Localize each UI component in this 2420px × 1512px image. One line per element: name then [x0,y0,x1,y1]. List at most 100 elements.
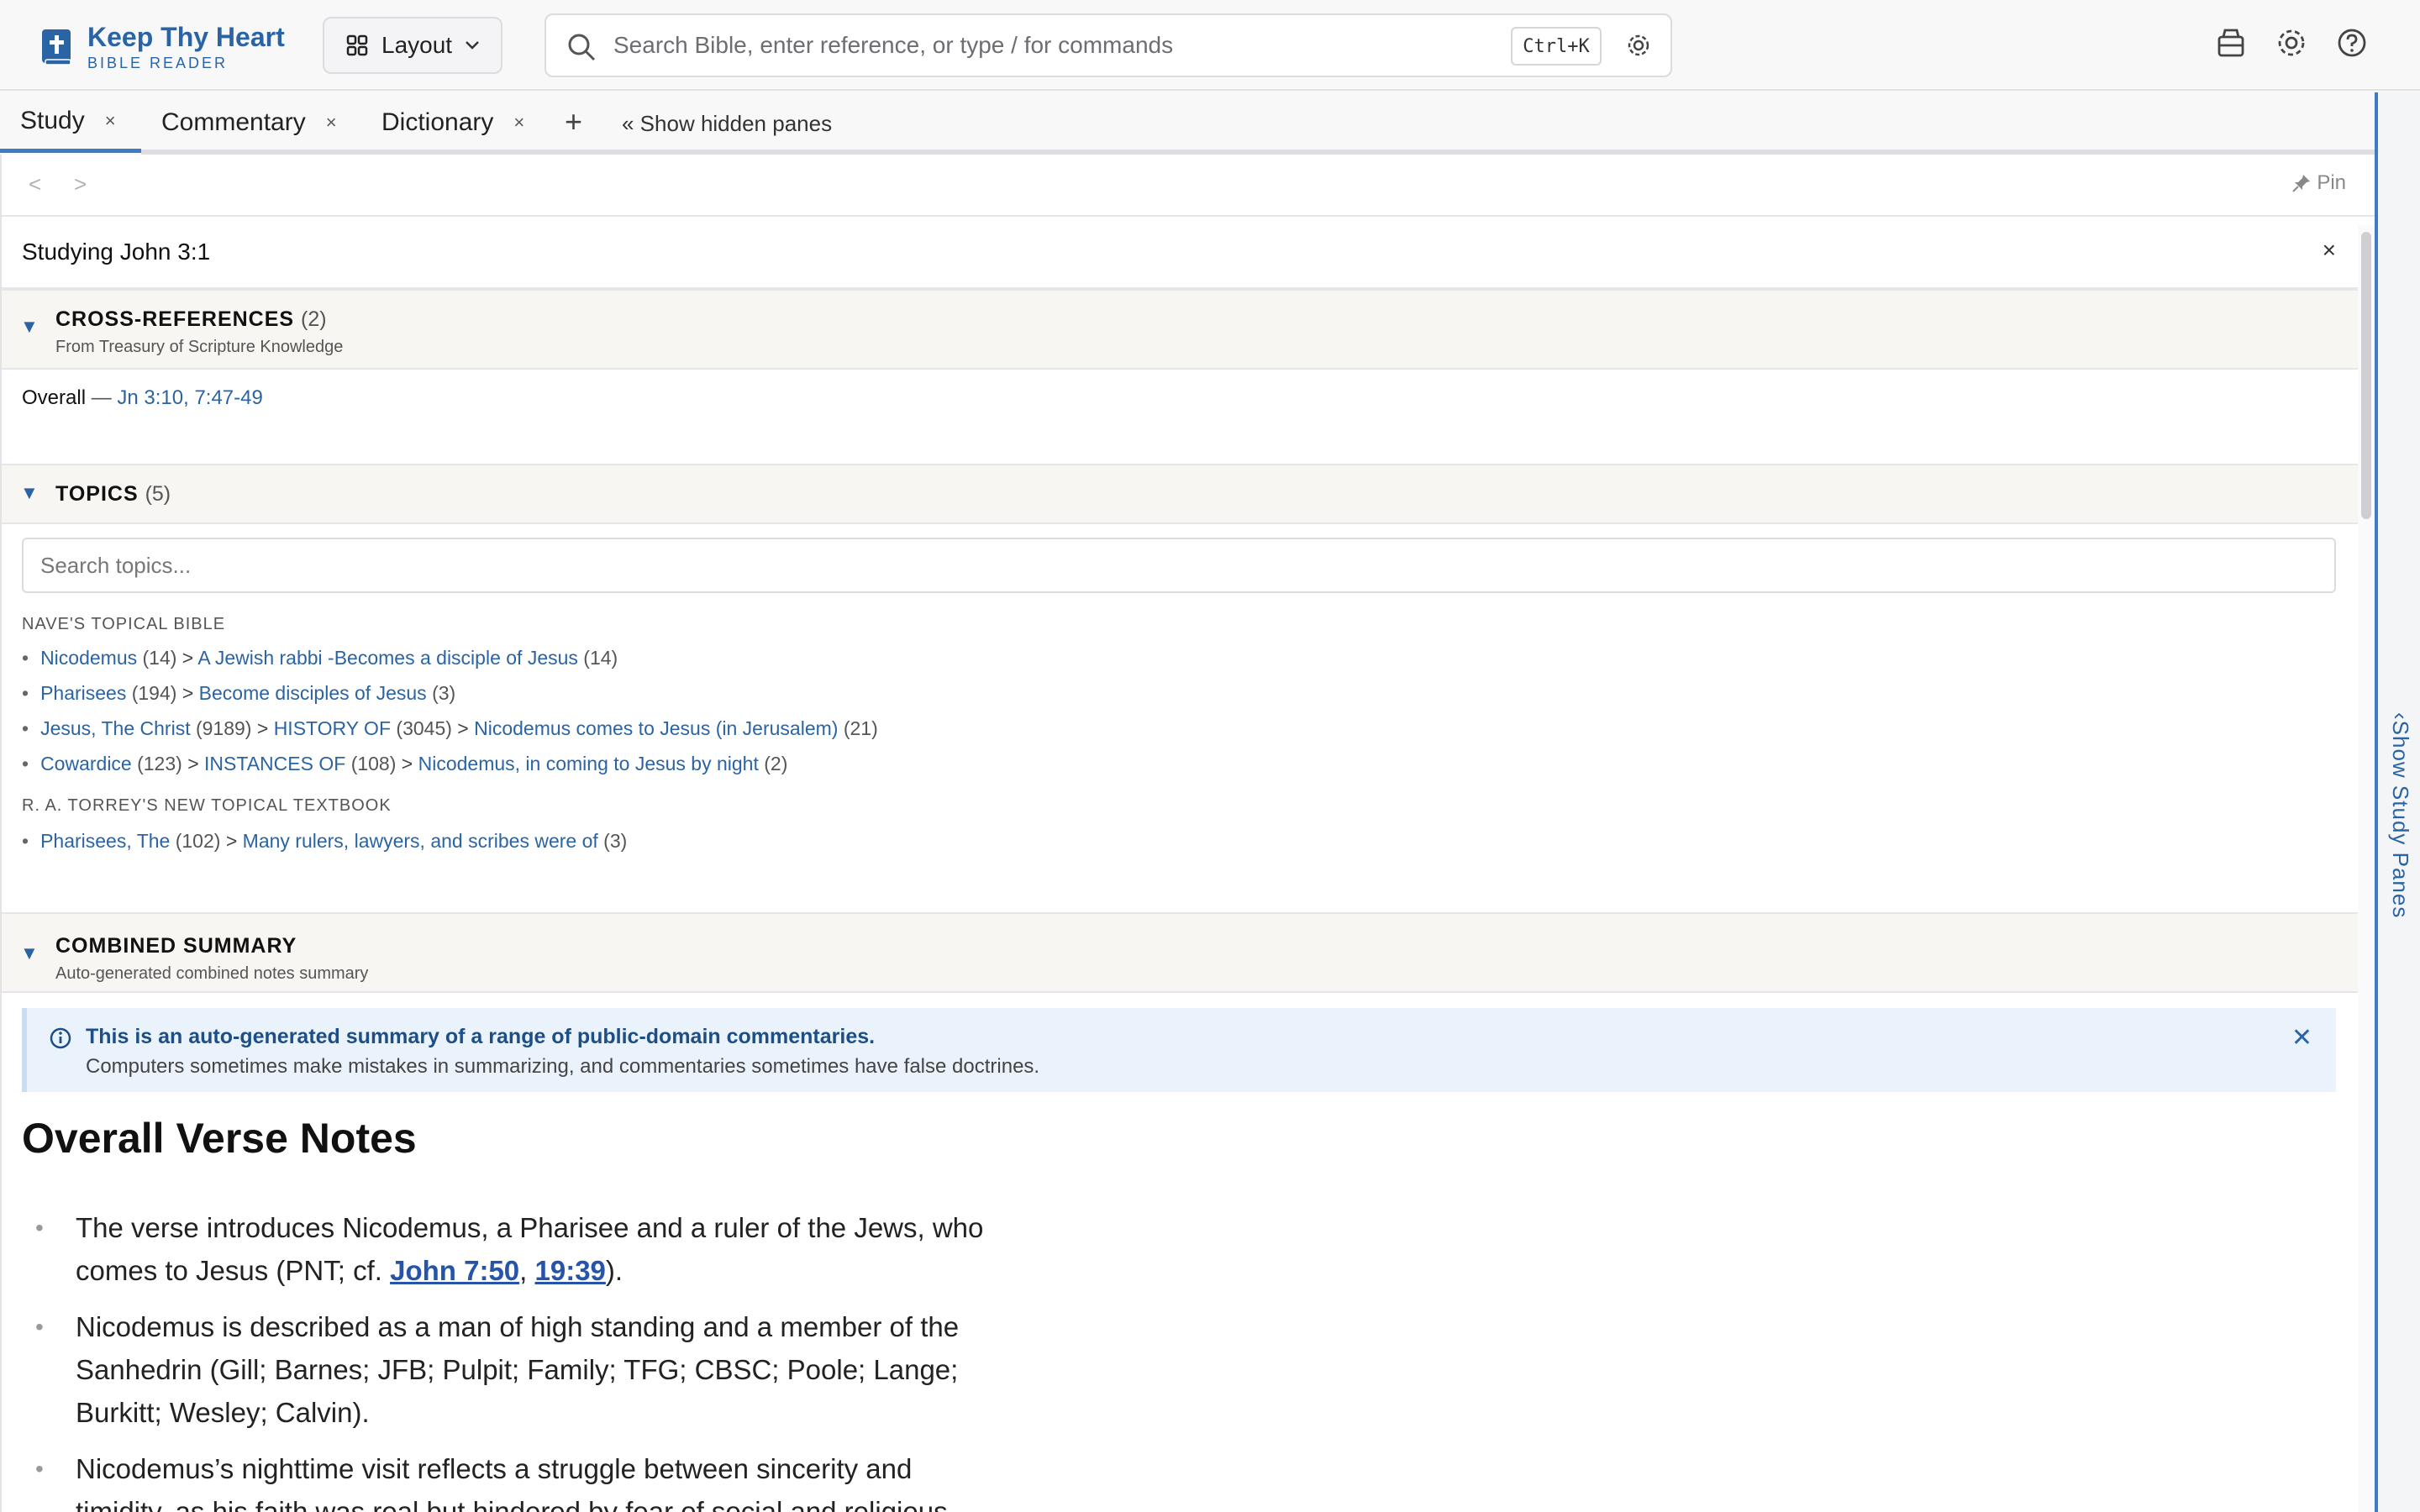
close-icon[interactable]: × [2323,237,2336,264]
show-study-panes-label: ‹Show Study Panes [2388,712,2413,919]
scripture-link[interactable]: 19:39 [535,1255,606,1286]
section-title: COMBINED SUMMARY [55,934,297,958]
verse-notes-list: • The verse introduces Nicodemus, a Phar… [35,1206,1010,1512]
topic-count: (3045) [396,717,452,739]
tab-label: Commentary [161,108,306,136]
section-subtitle: Auto-generated combined notes summary [55,964,369,983]
topic-link[interactable]: HISTORY OF [274,717,391,739]
topic-entry: • Cowardice (123) > INSTANCES OF (108) > … [22,753,788,774]
auto-summary-notice: This is an auto-generated summary of a r… [22,1008,2336,1092]
search-bar: Ctrl+K [544,13,1672,77]
section-subtitle: From Treasury of Scripture Knowledge [55,338,344,356]
scripture-link[interactable]: John 7:50 [390,1255,519,1286]
tab-label: Dictionary [381,108,494,136]
topics-search-input[interactable] [22,538,2336,593]
chevron-down-icon [466,41,479,50]
topic-count: (3) [432,682,456,704]
pin-button[interactable]: Pin [2291,171,2346,195]
collapse-triangle-icon[interactable]: ▼ [20,316,39,338]
show-hidden-panes-button[interactable]: « Show hidden panes [622,111,832,137]
study-panel: < > Pin Studying John 3:1 × ▼ CROSS-REFE… [0,155,2375,1512]
topic-count: (3) [603,830,628,852]
add-tab-button[interactable]: + [565,104,582,139]
topic-count: (14) [583,647,618,669]
topic-count: (9189) [195,717,252,739]
topic-count: (2) [764,753,788,774]
help-icon[interactable] [2336,27,2368,59]
combined-summary-header[interactable]: ▼ COMBINED SUMMARY Auto-generated combin… [2,912,2358,993]
layout-button[interactable]: Layout [323,17,502,74]
forward-button[interactable]: > [74,171,87,197]
app-title: Keep Thy Heart [87,22,285,52]
app-header: Keep Thy Heart BIBLE READER Layout Ctrl+… [0,0,2420,91]
library-icon[interactable] [2215,27,2247,59]
close-icon[interactable]: × [105,110,116,132]
topic-entry: • Pharisees (194) > Become disciples of J… [22,682,456,704]
topics-header[interactable]: ▼ TOPICS (5) [2,464,2358,524]
studying-title: Studying John 3:1 [22,239,211,265]
topic-link[interactable]: Nicodemus, in coming to Jesus by night [418,753,759,774]
search-input[interactable] [613,27,1370,64]
note-text: Nicodemus is described as a man of high … [76,1311,960,1428]
section-title-text: CROSS-REFERENCES [55,307,295,331]
app-logo[interactable]: Keep Thy Heart BIBLE READER [40,22,285,72]
topic-link[interactable]: Pharisees, The [40,830,170,852]
logo-text: Keep Thy Heart BIBLE READER [87,22,285,72]
collapse-triangle-icon[interactable]: ▼ [20,482,39,504]
section-title: TOPICS (5) [55,482,171,507]
app-subtitle: BIBLE READER [87,55,229,71]
topic-link[interactable]: Many rulers, lawyers, and scribes were o… [243,830,598,852]
topic-link[interactable]: Nicodemus comes to Jesus (in Jerusalem) [474,717,838,739]
close-icon[interactable]: × [326,112,337,134]
list-item: • The verse introduces Nicodemus, a Phar… [35,1206,1010,1292]
gear-icon[interactable] [2275,27,2307,59]
collapse-triangle-icon[interactable]: ▼ [20,942,39,964]
notice-title: This is an auto-generated summary of a r… [86,1025,876,1048]
section-count: (2) [301,307,327,331]
section-title: CROSS-REFERENCES (2) [55,307,327,332]
study-panes-toggle[interactable]: ‹Show Study Panes [2375,92,2420,1512]
topic-link[interactable]: Pharisees [40,682,126,704]
search-settings-gear-icon[interactable] [1625,32,1652,59]
topic-source-label: NAVE'S TOPICAL BIBLE [22,615,226,633]
bullet-dot: • [35,1215,44,1241]
overall-cross-refs: Overall — Jn 3:10, 7:47-49 [22,386,263,410]
tab-dictionary[interactable]: Dictionary × [361,92,524,153]
layout-button-label: Layout [381,32,453,58]
pin-label: Pin [2317,171,2346,194]
bullet-dot: • [35,1314,44,1340]
tab-label: Study [20,106,85,134]
topic-link[interactable]: Nicodemus [40,647,137,669]
shortcut-badge: Ctrl+K [1511,27,1602,66]
cross-ref-link[interactable]: Jn 3:10, 7:47-49 [117,386,262,409]
topic-entry: • Pharisees, The (102) > Many rulers, law… [22,830,628,852]
topic-count: (194) [131,682,177,704]
topic-link[interactable]: Cowardice [40,753,132,774]
section-title-text: TOPICS [55,482,139,506]
topic-count: (21) [843,717,878,739]
verse-notes-heading: Overall Verse Notes [22,1115,417,1162]
list-item: • Nicodemus’s nighttime visit reflects a… [35,1447,1010,1512]
tab-study[interactable]: Study × [0,92,141,153]
topic-entry: • Nicodemus (14) > A Jewish rabbi -Become… [22,647,618,669]
close-icon[interactable]: × [513,112,524,134]
cross-references-header[interactable]: ▼ CROSS-REFERENCES (2) From Treasury of … [2,289,2358,370]
back-button[interactable]: < [29,171,41,197]
topic-link[interactable]: A Jewish rabbi -Becomes a disciple of Je… [197,647,578,669]
topic-count: (123) [137,753,182,774]
pane-tabs: Study × Commentary × Dictionary × + « Sh… [0,92,2375,153]
search-icon [568,34,596,61]
close-icon[interactable]: ✕ [2291,1023,2312,1053]
tab-commentary[interactable]: Commentary × [141,92,337,153]
topic-count: (108) [350,753,397,774]
scrollbar-thumb[interactable] [2361,232,2371,519]
section-count: (5) [145,482,171,506]
topic-count: (14) [142,647,177,669]
topic-link[interactable]: Jesus, The Christ [40,717,191,739]
topic-count: (102) [175,830,221,852]
topic-link[interactable]: Become disciples of Jesus [199,682,427,704]
info-icon [50,1027,71,1049]
grid-icon [346,34,368,56]
bullet-dot: • [35,1456,44,1482]
topic-link[interactable]: INSTANCES OF [204,753,345,774]
